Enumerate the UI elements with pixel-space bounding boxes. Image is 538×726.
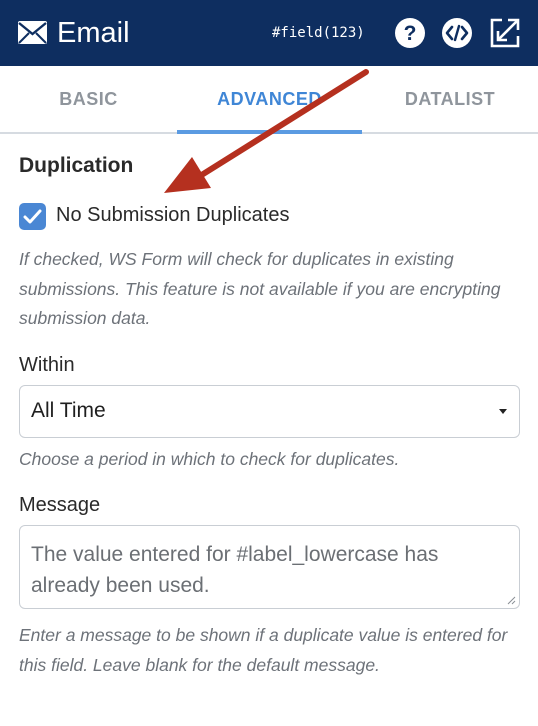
field-shortcode[interactable]: #field(123) bbox=[272, 23, 365, 43]
checkmark-icon bbox=[23, 209, 42, 224]
within-help: Choose a period in which to check for du… bbox=[19, 449, 400, 469]
no-duplicates-checkbox[interactable] bbox=[19, 203, 46, 230]
message-help: Enter a message to be shown if a duplica… bbox=[19, 625, 508, 675]
within-select[interactable]: All Time bbox=[19, 385, 520, 438]
message-value: The value entered for #label_lowercase h… bbox=[31, 543, 439, 597]
tab-advanced[interactable]: ADVANCED bbox=[177, 66, 362, 132]
no-duplicates-help: If checked, WS Form will check for dupli… bbox=[19, 249, 501, 328]
svg-text:?: ? bbox=[404, 22, 417, 45]
resize-grip-icon[interactable] bbox=[507, 596, 516, 605]
code-icon[interactable] bbox=[441, 17, 473, 49]
help-icon[interactable]: ? bbox=[394, 17, 426, 49]
no-duplicates-label[interactable]: No Submission Duplicates bbox=[56, 204, 289, 227]
active-tab-indicator bbox=[177, 130, 362, 134]
field-header: Email #field(123) ? bbox=[0, 0, 538, 66]
within-label: Within bbox=[19, 354, 75, 376]
section-title: Duplication bbox=[19, 154, 134, 177]
message-label: Message bbox=[19, 494, 101, 516]
envelope-icon bbox=[18, 21, 47, 44]
message-textarea[interactable]: The value entered for #label_lowercase h… bbox=[19, 525, 520, 609]
field-type-title: Email bbox=[57, 17, 130, 49]
chevron-down-icon bbox=[499, 409, 507, 414]
tab-basic[interactable]: BASIC bbox=[0, 66, 177, 132]
expand-icon[interactable] bbox=[489, 17, 521, 49]
sidebar-tabs: BASIC ADVANCED DATALIST bbox=[0, 66, 538, 134]
within-selected-value: All Time bbox=[31, 399, 106, 422]
tab-datalist[interactable]: DATALIST bbox=[362, 66, 538, 132]
